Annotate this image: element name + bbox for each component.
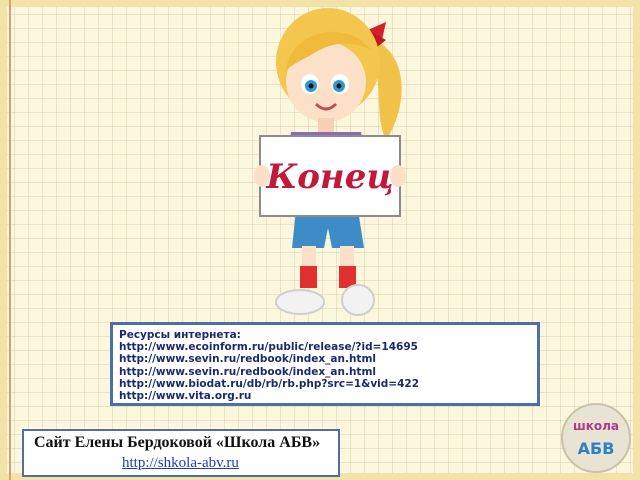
resource-link[interactable]: http://www.sevin.ru/redbook/index_an.htm…	[119, 366, 537, 378]
logo-top-text: школа	[573, 419, 619, 433]
resources-title: Ресурсы интернета:	[119, 329, 241, 341]
logo-bottom-text: АБВ	[578, 439, 615, 458]
school-abv-logo: школа АБВ	[561, 403, 631, 473]
slide-background: Конец Ресурсы интернета: http://www.ecoi…	[0, 0, 640, 480]
resource-link[interactable]: http://www.biodat.ru/db/rb/rb.php?src=1&…	[119, 378, 537, 390]
resource-link[interactable]: http://www.sevin.ru/redbook/index_an.htm…	[119, 353, 537, 365]
site-credit-text: Сайт Елены Бердоковой «Школа АБВ»	[34, 434, 321, 451]
notebook-margin-line	[9, 0, 11, 480]
resource-link[interactable]: http://www.vita.org.ru	[119, 390, 537, 402]
resource-link[interactable]: http://www.ecoinform.ru/public/release/?…	[119, 341, 537, 353]
girl-illustration: Конец	[254, 8, 406, 316]
site-credit-box: Сайт Елены Бердоковой «Школа АБВ» http:/…	[22, 429, 340, 477]
sign-text: Конец	[265, 157, 393, 197]
internet-resources-box: Ресурсы интернета: http://www.ecoinform.…	[110, 322, 540, 406]
site-credit-link[interactable]: http://shkola-abv.ru	[122, 455, 239, 472]
